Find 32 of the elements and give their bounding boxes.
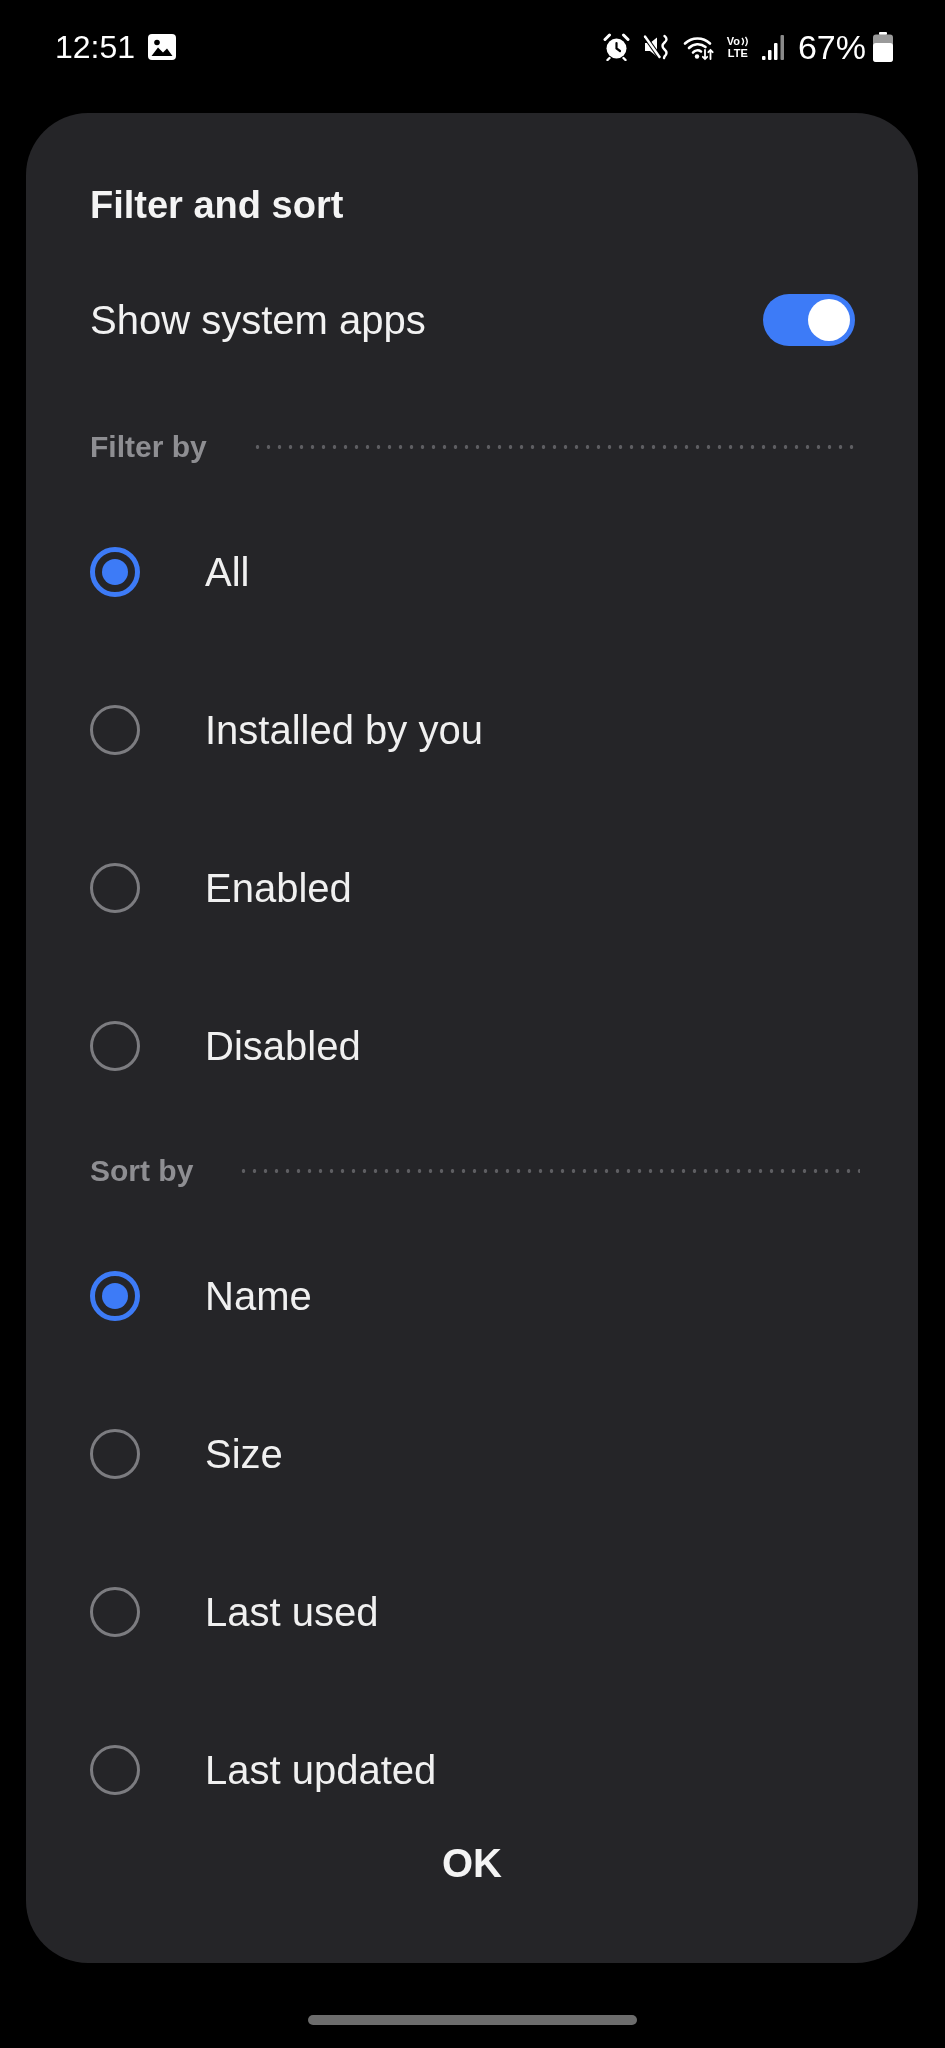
voice-label: Vo bbox=[726, 35, 740, 47]
radio-waves-icon bbox=[740, 35, 749, 47]
option-label: Installed by you bbox=[205, 707, 483, 754]
mute-icon bbox=[642, 34, 670, 60]
option-label: Disabled bbox=[205, 1023, 361, 1070]
network-type-label: LTE bbox=[727, 47, 748, 59]
section-heading: Filter by bbox=[90, 429, 207, 465]
radio-button[interactable] bbox=[90, 1271, 140, 1321]
ok-button[interactable]: OK bbox=[412, 1831, 532, 1895]
option-label: All bbox=[205, 549, 250, 596]
image-icon bbox=[148, 34, 177, 60]
option-label: Size bbox=[205, 1431, 283, 1478]
option-label: Name bbox=[205, 1273, 312, 1320]
radio-button[interactable] bbox=[90, 547, 140, 597]
radio-button[interactable] bbox=[90, 1745, 140, 1795]
option-label: Enabled bbox=[205, 865, 352, 912]
alarm-clock-icon bbox=[602, 33, 630, 61]
radio-button[interactable] bbox=[90, 1587, 140, 1637]
signal-bars-icon bbox=[761, 34, 785, 60]
radio-button[interactable] bbox=[90, 705, 140, 755]
toggle-label: Show system apps bbox=[90, 297, 426, 344]
toggle-switch[interactable] bbox=[763, 294, 855, 346]
radio-button[interactable] bbox=[90, 863, 140, 913]
dialog-title: Filter and sort bbox=[90, 183, 344, 228]
option-label: Last used bbox=[205, 1589, 379, 1636]
option-label: Last updated bbox=[205, 1747, 437, 1794]
clock-time: 12:51 bbox=[55, 28, 136, 66]
battery-percentage: 67% bbox=[797, 27, 866, 67]
radio-button[interactable] bbox=[90, 1429, 140, 1479]
battery-icon bbox=[873, 32, 893, 62]
radio-button[interactable] bbox=[90, 1021, 140, 1071]
section-heading: Sort by bbox=[90, 1153, 194, 1189]
